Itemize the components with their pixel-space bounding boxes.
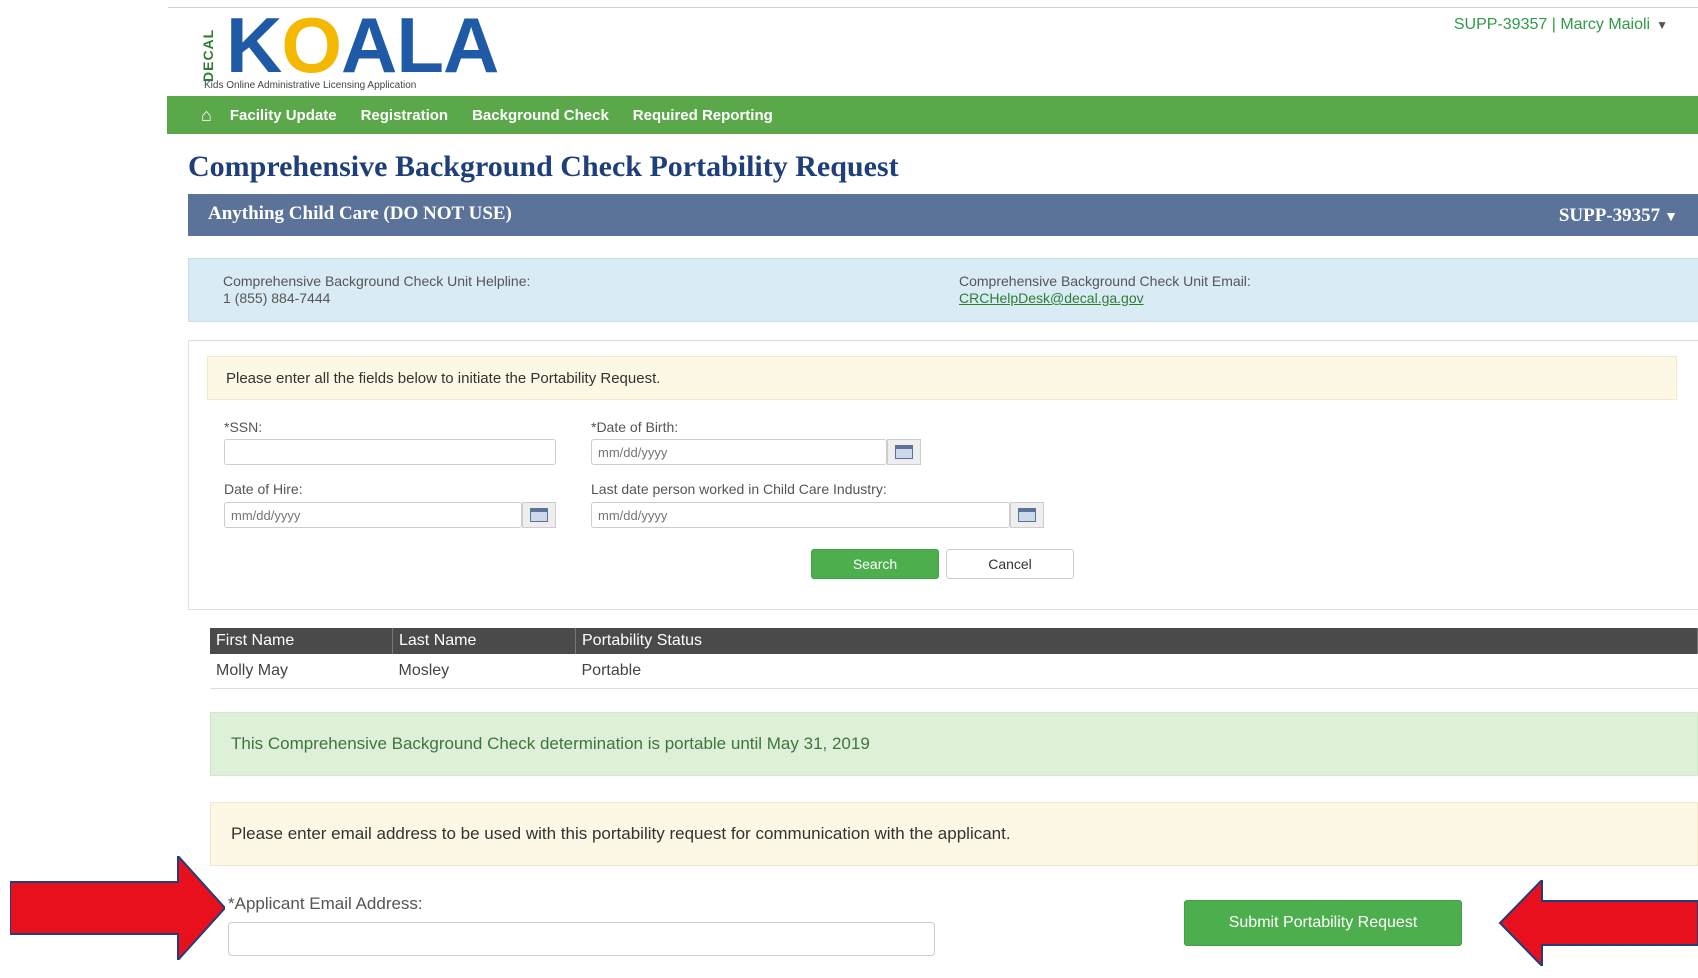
helpline-number: 1 (855) 884-7444 — [223, 290, 331, 306]
email-instruction-alert: Please enter email address to be used wi… — [210, 802, 1698, 866]
calendar-icon[interactable] — [887, 439, 921, 465]
calendar-icon[interactable] — [1010, 502, 1044, 528]
applicant-email-label: *Applicant Email Address: — [228, 894, 423, 913]
logo-letter-o: O — [281, 1, 342, 89]
cancel-button[interactable]: Cancel — [946, 549, 1074, 579]
logo-tagline: Kids Online Administrative Licensing App… — [204, 80, 417, 91]
facility-bar: Anything Child Care (DO NOT USE) SUPP-39… — [188, 194, 1698, 236]
user-menu[interactable]: SUPP-39357 | Marcy Maioli ▼ — [1454, 16, 1668, 34]
contact-email-link[interactable]: CRCHelpDesk@decal.ga.gov — [959, 290, 1144, 306]
cell-last-name: Mosley — [398, 662, 450, 679]
caret-down-icon: ▼ — [1664, 210, 1678, 225]
main-nav: ⌂ Facility Update Registration Backgroun… — [167, 96, 1698, 134]
results-table: First Name Last Name Portability Status … — [210, 628, 1698, 689]
column-header-first-name[interactable]: First Name — [210, 628, 393, 654]
facility-name: Anything Child Care (DO NOT USE) — [208, 203, 512, 224]
page-title: Comprehensive Background Check Portabili… — [188, 150, 899, 183]
ssn-input[interactable] — [224, 439, 556, 465]
helpline-block: Comprehensive Background Check Unit Help… — [223, 273, 530, 307]
koala-logo[interactable]: DECAL KOALA Kids Online Administrative L… — [200, 6, 540, 94]
cell-portability-status: Portable — [581, 662, 642, 679]
facility-id: SUPP-39357 — [1558, 205, 1661, 226]
form-instruction: Please enter all the fields below to ini… — [207, 356, 1677, 400]
search-button[interactable]: Search — [811, 549, 939, 579]
column-header-last-name[interactable]: Last Name — [392, 628, 576, 654]
annotation-arrow-right-icon — [10, 856, 225, 960]
cell-first-name: Molly May — [216, 662, 289, 679]
contact-email-label: Comprehensive Background Check Unit Emai… — [959, 273, 1251, 289]
hire-date-input[interactable] — [224, 502, 522, 528]
nav-item-registration[interactable]: Registration — [361, 107, 449, 124]
calendar-icon[interactable] — [522, 502, 556, 528]
dob-input[interactable] — [591, 439, 887, 465]
search-form-panel: Please enter all the fields below to ini… — [188, 340, 1698, 610]
helpline-label: Comprehensive Background Check Unit Help… — [223, 273, 531, 289]
logo-wordmark: KOALA — [226, 6, 499, 84]
chevron-down-icon: ▼ — [1656, 18, 1668, 32]
home-icon[interactable]: ⌂ — [201, 105, 212, 126]
user-menu-label: SUPP-39357 | Marcy Maioli — [1453, 16, 1651, 33]
last-worked-input[interactable] — [591, 502, 1010, 528]
portability-success-alert: This Comprehensive Background Check dete… — [210, 712, 1698, 776]
dob-label: *Date of Birth: — [591, 419, 679, 435]
hire-date-label: Date of Hire: — [224, 481, 303, 497]
last-worked-label: Last date person worked in Child Care In… — [591, 481, 887, 497]
ssn-label: *SSN: — [224, 419, 263, 435]
contact-info-panel: Comprehensive Background Check Unit Help… — [188, 258, 1698, 322]
nav-item-facility-update[interactable]: Facility Update — [230, 107, 337, 124]
applicant-email-input[interactable] — [228, 922, 935, 956]
logo-letters-ala: ALA — [341, 1, 499, 89]
email-block: Comprehensive Background Check Unit Emai… — [959, 273, 1251, 307]
annotation-arrow-left-icon — [1498, 880, 1698, 966]
logo-letter-k: K — [226, 1, 282, 89]
column-header-portability-status[interactable]: Portability Status — [575, 628, 1698, 654]
nav-item-required-reporting[interactable]: Required Reporting — [633, 107, 773, 124]
nav-item-background-check[interactable]: Background Check — [472, 107, 609, 124]
submit-portability-request-button[interactable]: Submit Portability Request — [1184, 900, 1462, 946]
table-row[interactable]: Molly May Mosley Portable — [210, 654, 1698, 688]
facility-selector[interactable]: SUPP-39357 ▼ — [1559, 205, 1678, 227]
